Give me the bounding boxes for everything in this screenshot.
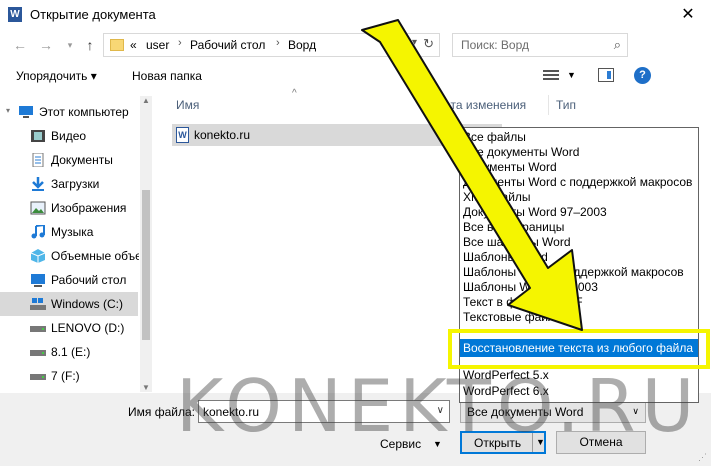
dropdown-option[interactable]: Шаблоны Word с поддержкой макросов [463, 265, 684, 280]
command-bar: Упорядочить ▾ Новая папка ▼ ? [0, 62, 711, 90]
3d-objects-icon [30, 249, 46, 263]
new-folder-button[interactable]: Новая папка [132, 69, 202, 83]
breadcrumb-prefix[interactable]: « [130, 38, 137, 52]
sidebar-item-label: 7 (F:) [51, 369, 80, 383]
sidebar-item-label: Документы [51, 153, 113, 167]
chevron-down-icon[interactable]: ▾ [412, 37, 417, 48]
window-title: Открытие документа [30, 7, 156, 22]
column-separator[interactable] [428, 95, 429, 115]
column-header-type[interactable]: Тип [556, 98, 576, 112]
address-row: ← → ▾ ↑ « user › Рабочий стол › Ворд ▾ ↻… [0, 30, 711, 60]
drive-icon [30, 374, 46, 380]
file-name: konekto.ru [194, 128, 251, 142]
sidebar-item-this-pc[interactable]: ▾ Этот компьютер [0, 100, 138, 124]
sidebar-item-lenovo-d[interactable]: LENOVO (D:) [0, 316, 138, 340]
sidebar-item-label: Этот компьютер [39, 105, 129, 119]
scroll-up-icon[interactable]: ▲ [142, 96, 150, 105]
dropdown-option[interactable]: XML-файлы [463, 190, 531, 205]
breadcrumb-desktop[interactable]: Рабочий стол [190, 38, 265, 52]
word-app-icon: W [8, 7, 22, 22]
sidebar-item-label: Музыка [51, 225, 94, 239]
dropdown-option[interactable]: Документы Word 97–2003 [463, 205, 607, 220]
up-arrow-icon[interactable]: ↑ [80, 35, 100, 55]
address-bar[interactable]: « user › Рабочий стол › Ворд ▾ ↻ [103, 33, 440, 57]
scrollbar-thumb[interactable] [142, 190, 150, 340]
drive-icon [30, 298, 46, 310]
search-placeholder: Поиск: Ворд [461, 38, 529, 52]
breadcrumb-word[interactable]: Ворд [288, 38, 316, 52]
dropdown-option-highlighted[interactable]: Восстановление текста из любого файла [460, 339, 698, 357]
images-icon [30, 201, 46, 215]
view-options-icon[interactable] [543, 68, 559, 82]
back-arrow-icon[interactable]: ← [10, 35, 30, 55]
dropdown-option[interactable]: Документы Word с поддержкой макросов [463, 175, 692, 190]
sidebar-item-label: Изображения [51, 201, 127, 215]
word-doc-icon: W [176, 127, 189, 143]
search-input[interactable]: Поиск: Ворд ⌕ [452, 33, 628, 57]
column-header-name[interactable]: Имя [176, 98, 199, 112]
sidebar-item-video[interactable]: Видео [0, 124, 138, 148]
sidebar-item-label: Загрузки [51, 177, 100, 191]
file-row[interactable]: W konekto.ru 13.0 [172, 124, 502, 146]
breadcrumb-user[interactable]: user [146, 38, 169, 52]
sidebar-item-documents[interactable]: Документы [0, 148, 138, 172]
preview-pane-icon[interactable] [598, 68, 614, 82]
dropdown-option[interactable]: Документы Word [463, 160, 557, 175]
sidebar-scrollbar[interactable]: ▲ ▼ [140, 96, 152, 392]
forward-arrow-icon[interactable]: → [36, 35, 56, 55]
scroll-down-icon[interactable]: ▼ [142, 383, 150, 392]
file-type-dropdown-list: Все файлы Все документы Word Документы W… [459, 127, 699, 403]
column-separator[interactable] [548, 95, 549, 115]
dropdown-option[interactable]: Текстовые файлы [463, 310, 564, 325]
sidebar-item-label: Windows (C:) [51, 297, 124, 311]
search-icon: ⌕ [613, 37, 621, 52]
dropdown-option[interactable]: Все шаблоны Word [463, 235, 571, 250]
sidebar-item-label: Рабочий стол [51, 273, 127, 287]
chevron-right-icon[interactable]: › [178, 37, 182, 49]
sidebar-item-music[interactable]: Музыка [0, 220, 138, 244]
sidebar-item-label: 8.1 (E:) [51, 345, 91, 359]
sidebar-item-label: LENOVO (D:) [51, 321, 125, 335]
title-bar: W Открытие документа ✕ [0, 0, 711, 30]
sidebar-item-drive-e[interactable]: 8.1 (E:) [0, 340, 138, 364]
music-icon [31, 225, 45, 239]
refresh-icon[interactable]: ↻ [423, 36, 434, 52]
recent-locations-icon[interactable]: ▾ [60, 35, 80, 55]
dropdown-option[interactable]: Текст в формате RTF [463, 295, 583, 310]
dropdown-option[interactable]: Шаблоны Word 97–2003 [463, 280, 598, 295]
sidebar-item-windows-c[interactable]: Windows (C:) [0, 292, 138, 316]
sidebar-item-downloads[interactable]: Загрузки [0, 172, 138, 196]
sidebar-item-desktop[interactable]: Рабочий стол [0, 268, 138, 292]
close-button[interactable]: ✕ [665, 0, 711, 30]
sidebar-item-drive-f[interactable]: 7 (F:) [0, 364, 138, 388]
watermark: KONEKTO.RU [176, 364, 701, 448]
documents-icon [32, 153, 44, 167]
column-header-date[interactable]: Дата изменения [436, 98, 526, 112]
dropdown-option[interactable]: Шаблоны Word [463, 250, 548, 265]
chevron-down-icon[interactable]: ▼ [567, 70, 576, 80]
organize-button[interactable]: Упорядочить ▾ [16, 69, 97, 83]
sidebar-item-3d-objects[interactable]: Объемные объекты [0, 244, 139, 268]
dropdown-option[interactable]: Все файлы [463, 130, 526, 145]
resize-grip-icon[interactable]: ⋰ [698, 452, 707, 463]
sort-ascending-icon: ^ [292, 88, 297, 99]
drive-icon [30, 350, 46, 356]
sidebar-item-label: Видео [51, 129, 87, 143]
navigation-pane: ▾ Этот компьютер Видео Документы Загрузк… [0, 96, 152, 392]
downloads-icon [32, 177, 44, 191]
desktop-icon [31, 274, 45, 287]
chevron-down-icon[interactable]: ▾ [6, 106, 10, 115]
dropdown-option[interactable]: Все веб-страницы [463, 220, 564, 235]
video-icon [31, 130, 45, 142]
chevron-right-icon[interactable]: › [276, 37, 280, 49]
sidebar-item-images[interactable]: Изображения [0, 196, 138, 220]
folder-icon [110, 39, 124, 51]
drive-icon [30, 326, 46, 332]
sidebar-item-label: Объемные объекты [51, 249, 139, 263]
computer-icon [19, 106, 33, 118]
dropdown-option[interactable]: Все документы Word [463, 145, 579, 160]
help-icon[interactable]: ? [634, 67, 651, 84]
